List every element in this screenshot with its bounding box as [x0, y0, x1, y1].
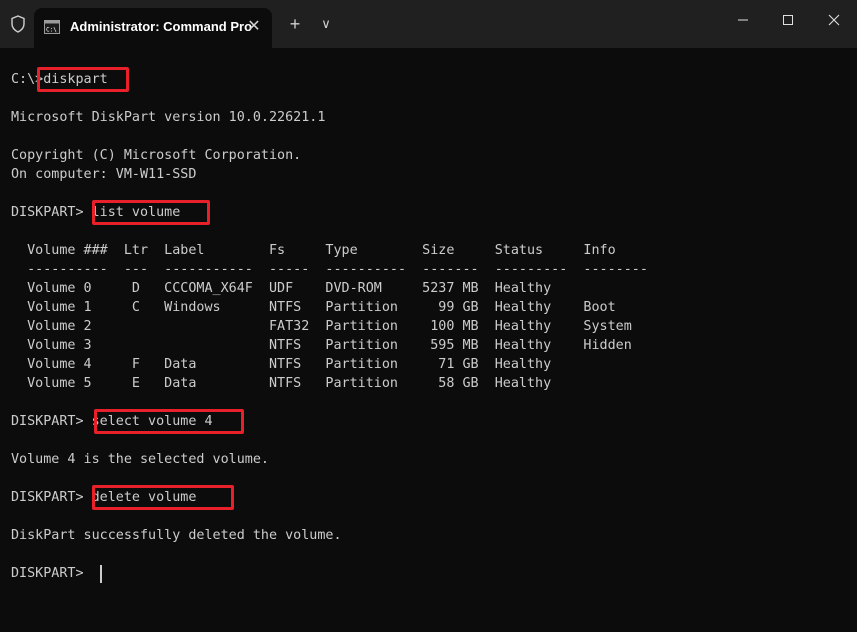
minimize-icon [738, 19, 748, 21]
shield-icon [8, 14, 28, 34]
maximize-icon [783, 15, 793, 25]
text-cursor [100, 565, 102, 583]
tab-title: Administrator: Command Pro [70, 19, 253, 34]
title-bar: C:\ Administrator: Command Pro ✕ + ∨ [0, 0, 857, 48]
maximize-button[interactable] [765, 0, 811, 40]
table-row: Volume 5 E Data NTFS Partition 58 GB Hea… [11, 376, 552, 391]
terminal-output[interactable]: C:\>diskpart Microsoft DiskPart version … [0, 48, 857, 632]
highlight-diskpart-command [37, 67, 129, 92]
highlight-list-volume-command [92, 200, 210, 225]
cmd-icon: C:\ [44, 20, 60, 34]
table-row: Volume 4 F Data NTFS Partition 71 GB Hea… [11, 357, 552, 372]
table-row: Volume 0 D CCCOMA_X64F UDF DVD-ROM 5237 … [11, 281, 552, 296]
current-prompt: DISKPART> [11, 566, 92, 581]
table-row: Volume 2 FAT32 Partition 100 MB Healthy … [11, 319, 632, 334]
copyright-line: Copyright (C) Microsoft Corporation. [11, 148, 302, 163]
tab-command-prompt[interactable]: C:\ Administrator: Command Pro ✕ [34, 8, 272, 48]
tab-dropdown-button[interactable]: ∨ [316, 14, 336, 34]
selected-volume-message: Volume 4 is the selected volume. [11, 452, 269, 467]
version-line: Microsoft DiskPart version 10.0.22621.1 [11, 110, 326, 125]
close-tab-icon[interactable]: ✕ [244, 17, 264, 37]
deleted-message: DiskPart successfully deleted the volume… [11, 528, 342, 543]
close-window-button[interactable] [811, 0, 857, 40]
svg-text:C:\: C:\ [46, 27, 57, 34]
table-row: Volume 1 C Windows NTFS Partition 99 GB … [11, 300, 616, 315]
highlight-select-volume-command [94, 409, 244, 434]
minimize-button[interactable] [720, 0, 766, 40]
computer-line: On computer: VM-W11-SSD [11, 167, 197, 182]
highlight-delete-volume-command [92, 485, 234, 510]
new-tab-button[interactable]: + [285, 14, 305, 34]
table-header: Volume ### Ltr Label Fs Type Size Status… [11, 243, 616, 258]
table-row: Volume 3 NTFS Partition 595 MB Healthy H… [11, 338, 632, 353]
table-separator: ---------- --- ----------- ----- -------… [11, 262, 648, 277]
close-icon [828, 14, 840, 26]
